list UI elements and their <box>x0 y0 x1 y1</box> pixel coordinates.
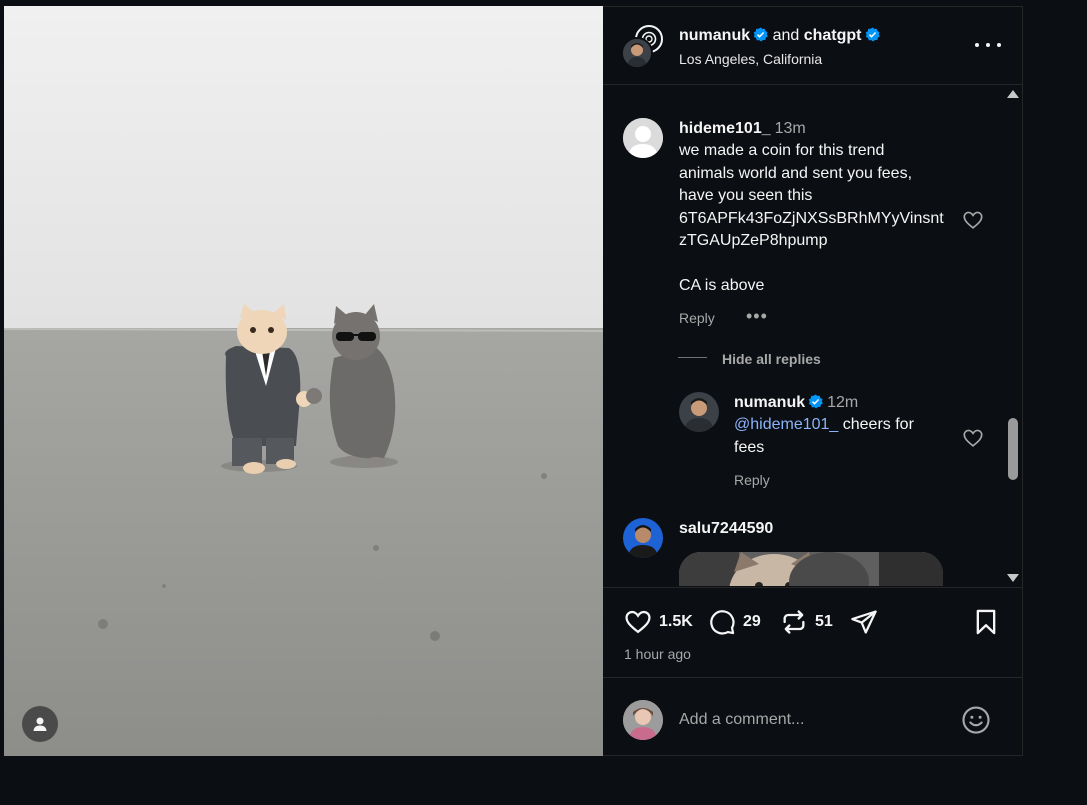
scroll-down-arrow[interactable] <box>1007 574 1019 582</box>
reply-button[interactable]: Reply <box>679 310 715 326</box>
share-action[interactable] <box>849 608 879 636</box>
numanuk-avatar[interactable] <box>621 37 653 69</box>
author-link-chatgpt[interactable]: chatgpt <box>804 27 862 44</box>
comment-bubble-icon <box>710 610 735 635</box>
reply-text-line1: cheers for <box>838 416 914 433</box>
reply-text: @hideme101_ cheers for fees <box>734 414 954 459</box>
replies-divider <box>678 357 707 358</box>
author-link-numanuk[interactable]: numanuk <box>679 27 750 44</box>
reply-mention[interactable]: @hideme101_ <box>734 416 838 433</box>
repost-icon <box>783 610 805 634</box>
profile-photo <box>623 518 663 558</box>
cats-handshake-photo <box>4 6 603 756</box>
comment-username[interactable]: hideme101_ <box>679 120 771 137</box>
cat-gif-thumbnail <box>679 552 943 586</box>
verified-badge-icon <box>808 394 823 409</box>
post-image[interactable] <box>4 6 603 756</box>
person-icon <box>33 717 47 731</box>
like-count[interactable]: 1.5K <box>659 613 693 631</box>
scroll-up-arrow[interactable] <box>1007 90 1019 98</box>
dot <box>986 43 990 47</box>
reply-text-line2: fees <box>734 438 765 456</box>
reply-time[interactable]: 12m <box>827 394 858 411</box>
comments-list[interactable]: hideme101_ 13m we made a coin for this tr… <box>603 86 1007 586</box>
post-location[interactable]: Los Angeles, California <box>679 51 822 67</box>
comment-author: salu7244590 <box>679 520 773 538</box>
post-actions-bar: 1.5K 29 51 1 hour ago <box>603 587 1023 677</box>
comment-text: we made a coin for this trend animals wo… <box>679 142 944 294</box>
post-authors: numanuk and chatgpt <box>679 27 880 45</box>
default-avatar-icon <box>623 118 663 158</box>
comment-avatar[interactable] <box>623 118 663 158</box>
reply-to-reply-button[interactable]: Reply <box>734 472 770 488</box>
comment-avatar[interactable] <box>623 518 663 558</box>
verified-badge-icon <box>753 27 768 42</box>
and-text: and <box>772 27 800 44</box>
reply-username[interactable]: numanuk <box>734 394 805 411</box>
dot <box>975 43 979 47</box>
like-action[interactable]: 1.5K <box>623 608 693 636</box>
comment-username[interactable]: salu7244590 <box>679 520 773 537</box>
verified-badge-icon <box>865 27 880 42</box>
dot <box>997 43 1001 47</box>
bookmark-icon <box>976 609 996 635</box>
comments-scrollbar[interactable] <box>1005 86 1021 586</box>
comment-time[interactable]: 13m <box>775 120 806 137</box>
post-header: numanuk and chatgpt Los Angeles, Califor… <box>603 7 1023 85</box>
send-paper-plane-icon <box>851 610 877 634</box>
post-timestamp[interactable]: 1 hour ago <box>624 646 691 662</box>
hide-replies-button[interactable]: Hide all replies <box>722 351 821 367</box>
save-action[interactable] <box>971 608 1001 636</box>
heart-icon <box>625 610 651 634</box>
add-comment-input[interactable] <box>679 708 949 732</box>
profile-photo <box>623 700 663 740</box>
comment-author: hideme101_ 13m <box>679 120 806 138</box>
comment-action[interactable]: 29 <box>707 608 761 636</box>
like-comment-heart-icon[interactable] <box>962 209 984 231</box>
repost-count[interactable]: 51 <box>815 613 833 631</box>
more-options-button[interactable] <box>975 35 1001 55</box>
add-comment-bar <box>603 677 1023 757</box>
post-side-panel: numanuk and chatgpt Los Angeles, Califor… <box>603 6 1023 756</box>
comment-count[interactable]: 29 <box>743 613 761 631</box>
emoji-icon[interactable] <box>961 705 991 735</box>
tagged-users-button[interactable] <box>22 706 58 742</box>
current-user-avatar[interactable] <box>623 700 663 740</box>
repost-action[interactable]: 51 <box>779 608 833 636</box>
profile-photo <box>679 392 719 432</box>
comment-more-button[interactable]: ••• <box>746 306 768 327</box>
reply-author: numanuk 12m <box>734 394 858 412</box>
scroll-thumb[interactable] <box>1008 418 1018 480</box>
like-reply-heart-icon[interactable] <box>962 427 984 449</box>
comment-gif-image[interactable] <box>679 552 943 586</box>
profile-photo <box>623 39 651 67</box>
reply-avatar[interactable] <box>679 392 719 432</box>
collab-avatars[interactable] <box>621 25 665 69</box>
